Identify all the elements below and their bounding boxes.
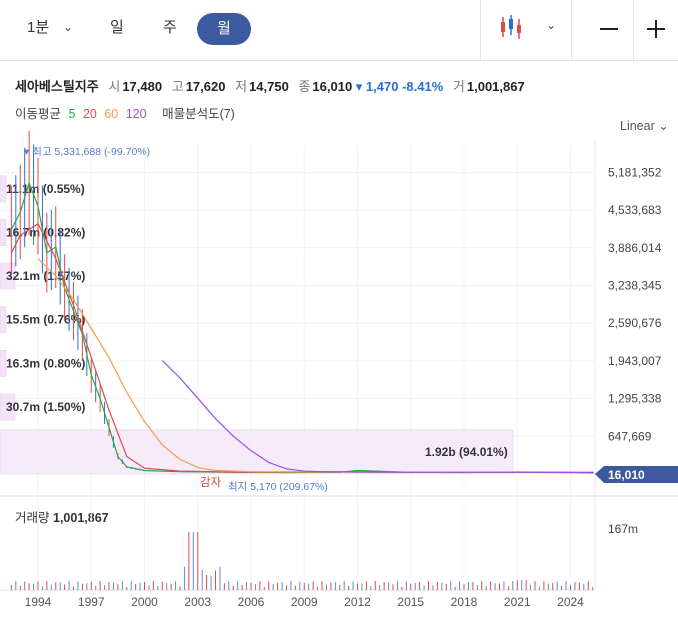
x-tick-label: 2000 (131, 595, 158, 609)
y-tick-label: 2,590,676 (608, 316, 662, 330)
x-tick-label: 1997 (78, 595, 105, 609)
volume-profile-label: 11.1m (0.55%) (6, 182, 85, 196)
volume-profile-label: 16.3m (0.80%) (6, 356, 85, 370)
y-tick-label: 647,669 (608, 429, 652, 443)
x-tick-label: 2009 (291, 595, 318, 609)
y-tick-label: 3,886,014 (608, 241, 662, 255)
price-chart[interactable]: 5,181,352 4,533,683 3,886,014 3,238,345 2,59… (0, 0, 678, 639)
volume-profile-label: 30.7m (1.50%) (6, 400, 85, 414)
x-tick-label: 2018 (451, 595, 478, 609)
volume-profile-label: 32.1m (1.57%) (6, 269, 85, 283)
x-tick-label: 2006 (238, 595, 265, 609)
y-tick-label: 1,295,338 (608, 392, 662, 406)
x-tick-label: 2003 (184, 595, 211, 609)
x-tick-label: 2015 (397, 595, 424, 609)
y-tick-label: 1,943,007 (608, 354, 662, 368)
event-label: 감자 (200, 476, 222, 489)
volume-profile-label: 16.7m (0.82%) (6, 225, 85, 239)
x-tick-label: 2012 (344, 595, 371, 609)
current-price-label: 16,010 (608, 468, 645, 482)
volume-profile-label: 1.92b (94.01%) (425, 445, 508, 459)
volume-tick-label: 167m (608, 522, 638, 536)
y-tick-label: 5,181,352 (608, 165, 662, 179)
x-tick-label: 2024 (557, 595, 584, 609)
high-annotation: ▾ 최고 5,331,688 (-99.70%) (24, 146, 150, 158)
y-tick-label: 4,533,683 (608, 203, 662, 217)
y-tick-label: 3,238,345 (608, 279, 662, 293)
x-tick-label: 1994 (25, 595, 52, 609)
low-annotation: 최지 5,170 (209.67%) (228, 481, 328, 493)
x-tick-label: 2021 (504, 595, 531, 609)
